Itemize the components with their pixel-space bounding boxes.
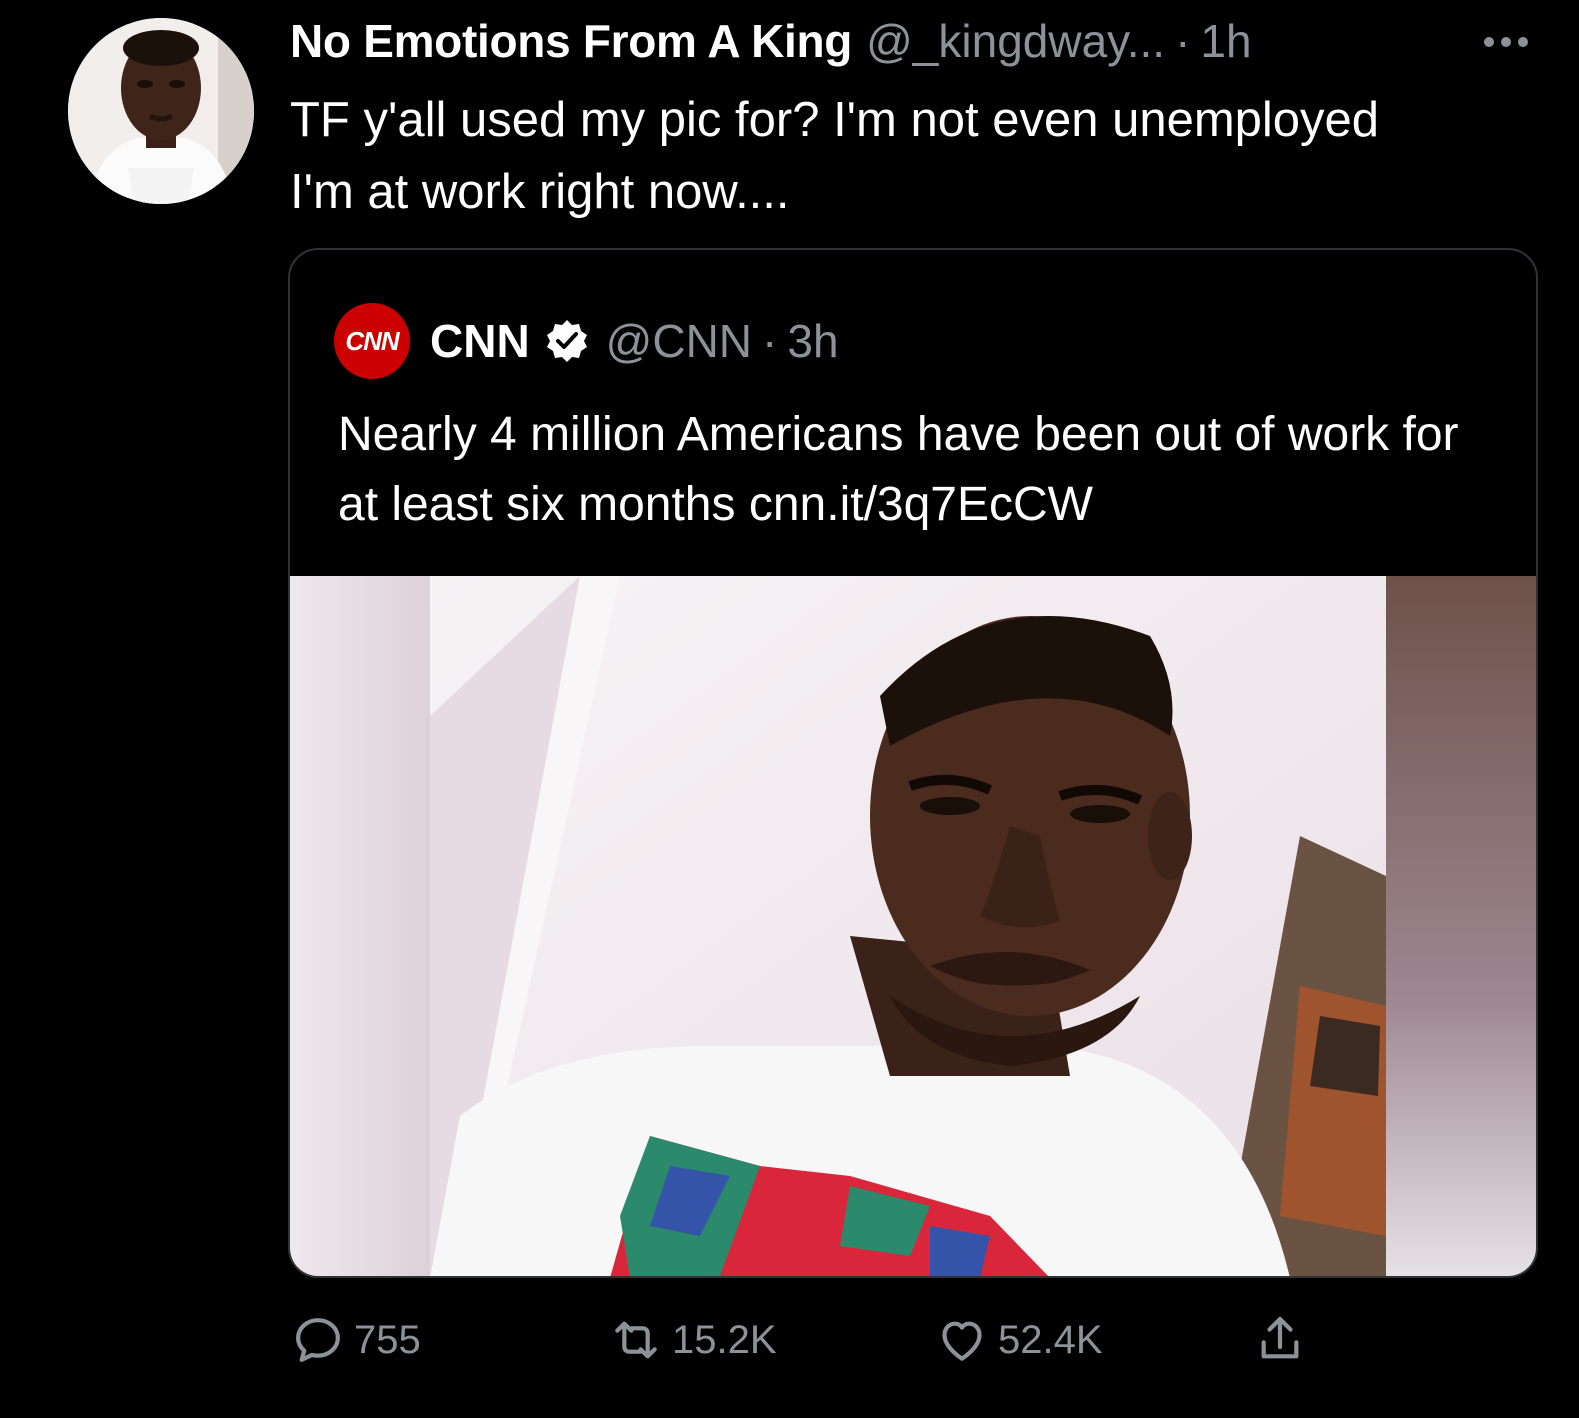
cnn-logo-text: CNN (345, 325, 399, 356)
retweet-icon (615, 1321, 657, 1359)
user-handle[interactable]: @_kingdway... (866, 14, 1165, 68)
tweet[interactable]: No Emotions From A King @_kingdway... · … (0, 0, 1579, 1418)
reply-count: 755 (354, 1317, 421, 1362)
like-button[interactable]: 52.4K (934, 1308, 1103, 1372)
quoted-time[interactable]: 3h (787, 314, 838, 368)
separator-dot: · (1175, 15, 1191, 67)
share-button[interactable] (1252, 1308, 1316, 1372)
tweet-text: TF y'all used my pic for? I'm not even u… (290, 93, 1380, 219)
quoted-display-name[interactable]: CNN (430, 314, 530, 368)
tweet-time[interactable]: 1h (1200, 14, 1251, 68)
display-name[interactable]: No Emotions From A King (290, 14, 852, 68)
cnn-logo-avatar[interactable]: CNN (334, 303, 410, 379)
reply-icon (296, 1318, 340, 1362)
reply-button[interactable]: 755 (290, 1308, 421, 1372)
share-icon (1261, 1316, 1299, 1359)
retweet-button[interactable]: 15.2K (608, 1308, 777, 1372)
man-selfie-photo-icon (290, 576, 1536, 1276)
avatar-photo-icon (68, 18, 254, 204)
verified-badge-icon (546, 320, 587, 362)
user-avatar[interactable] (68, 18, 254, 204)
more-dots-icon[interactable] (1481, 32, 1531, 52)
heart-icon (942, 1321, 982, 1361)
quoted-handle[interactable]: @CNN (606, 314, 752, 368)
quoted-media[interactable] (290, 576, 1536, 1276)
tweet-actions: 755 15.2K 52.4K (290, 1308, 1390, 1372)
retweet-count: 15.2K (672, 1317, 777, 1362)
quoted-tweet-text: Nearly 4 million Americans have been out… (338, 408, 1459, 531)
tweet-header: No Emotions From A King @_kingdway... · … (290, 14, 1539, 70)
like-count: 52.4K (998, 1317, 1103, 1362)
quoted-tweet-header: CNN CNN @CNN · 3h (334, 303, 839, 379)
quoted-separator-dot: · (762, 315, 778, 367)
quoted-tweet[interactable]: CNN CNN @CNN · 3h Nearly 4 million Ameri… (288, 248, 1538, 1278)
